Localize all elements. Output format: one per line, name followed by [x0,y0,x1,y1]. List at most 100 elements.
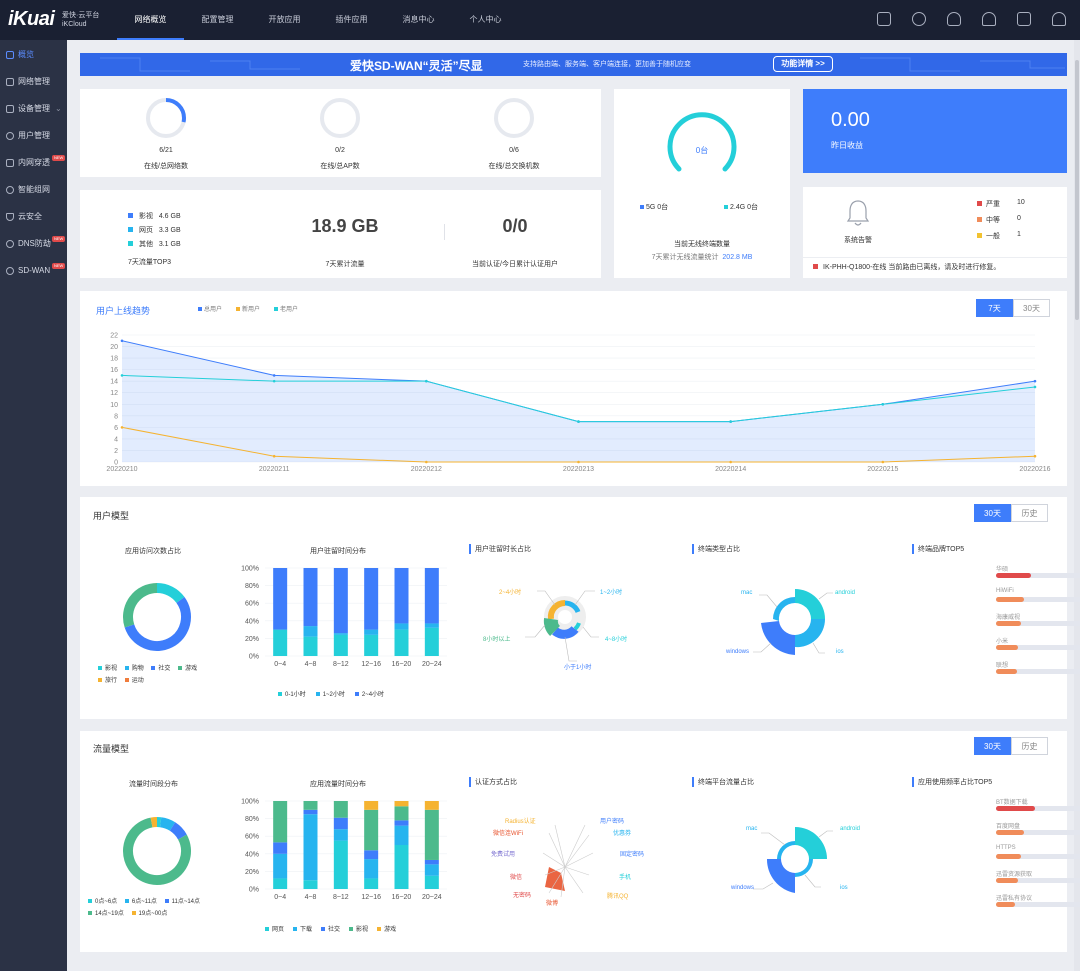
rose-label: android [835,590,856,596]
y-tick-label: 40% [245,618,259,625]
y-tick-label: 10 [110,402,118,409]
network-icon [6,186,14,194]
ap-count: 0/2 [335,147,345,154]
feature-details-button[interactable]: 功能详情 >> [773,56,833,72]
nav-config[interactable]: 配置管理 [184,0,251,40]
top5-row-fill [996,669,1017,674]
user-settings-icon[interactable] [1052,12,1066,26]
top5-row-fill [996,597,1024,602]
user-icon [6,132,14,140]
sidebar-item-overview[interactable]: 概览 [0,42,67,68]
headset-icon[interactable] [947,12,961,26]
scrollbar-thumb[interactable] [1075,60,1079,320]
ap-ring-track [320,98,360,138]
sdwan-icon [6,267,14,275]
sidebar-item-smart-network[interactable]: 智能组网 [0,177,67,203]
sidebar-item-devices[interactable]: 设备管理 ⌄ [0,96,67,122]
tab-30-days[interactable]: 30天 [974,504,1011,522]
bar-segment [424,801,439,810]
y-tick-label: 18 [110,356,118,363]
x-tick-label: 20220211 [259,466,290,473]
rose-slice [543,617,561,636]
legend-item: 社交 [151,666,170,672]
data-point [729,460,732,464]
legend-item: 购物 [124,666,144,672]
data-point [425,460,428,464]
bulb-icon[interactable] [982,12,996,26]
auth-users-value: 0/0 [502,216,528,236]
bar-segment [273,842,288,854]
y-tick-label: 0% [249,887,259,894]
top5-row-track [996,806,1080,811]
legend-swatch [128,213,133,218]
alarm-card: 系统告警 严重 10 中等 0 一般 1 IK-PHH-Q1800-在线 当前路由已离… [803,187,1067,278]
legend-item: 1~2小时 [315,689,345,698]
visit-share-donut [123,583,191,651]
bar-segment [333,568,348,634]
globe-icon [6,240,14,248]
top5-row-fill [996,902,1016,907]
wireless-traffic: 7天累计无线流量统计 202.8 MB [614,252,790,262]
bar-segment [394,801,409,807]
link-icon[interactable] [912,12,926,26]
message-icon[interactable] [1017,12,1031,26]
tab-history[interactable]: 历史 [1011,504,1048,522]
nav-profile[interactable]: 个人中心 [452,0,519,40]
income-card: 0.00 昨日收益 [803,89,1067,173]
data-point [272,379,276,383]
logo[interactable]: iKuai [8,8,55,31]
traffic-top3-list: 影视 4.6 GB 网页 3.3 GB 其他 3.1 GB [128,211,208,253]
traffic-model-tabs: 30天 历史 [974,737,1048,755]
alarm-level-medium: 中等 0 [977,215,1057,231]
donut-slice [124,597,191,651]
wireless-label: 当前无线终端数量 [674,241,730,248]
bar-segment [333,801,348,818]
rose-label: 微信 [510,875,523,881]
user-model-card: 用户模型 30天 历史 应用访问次数占比 影视 购物 社交 游戏 旅行 运动 用… [80,497,1080,719]
new-badge: NEW [52,263,66,269]
sidebar-item-users[interactable]: 用户管理 [0,123,67,149]
top5-row-track [996,573,1080,578]
sidebar-item-sdwan[interactable]: SD-WAN NEW [0,258,67,284]
nav-messages[interactable]: 消息中心 [385,0,452,40]
sidebar-item-cloud-security[interactable]: 云安全 [0,204,67,230]
alarm-message[interactable]: IK-PHH-Q1800-在线 当前路由已离线，请及时进行修复。 [813,262,1063,272]
item-value: 3.3 GB [158,227,181,234]
nav-plugins[interactable]: 插件应用 [318,0,385,40]
qrcode-icon[interactable] [877,12,891,26]
sidebar-item-intranet[interactable]: 内网穿透 NEW [0,150,67,176]
nav-network-overview[interactable]: 网络概览 [117,0,184,40]
sdwan-banner[interactable]: 爱快SD-WAN“灵活”尽显 支持路由端、服务端、客户端连接，更加善于随机应变 … [80,53,1067,76]
sidebar-item-network[interactable]: 网络管理 [0,69,67,95]
rose-label: 2~4小时 [499,590,522,596]
x-tick-label: 4~8 [305,661,317,668]
level-name: 一般 [986,233,1000,240]
rose-label: mac [741,590,753,596]
legend-swatch [977,201,982,206]
app-freq-title: 应用使用频率占比TOP5 [912,777,992,787]
rose-label: 微信连WiFi [493,831,523,837]
top-icons [877,12,1066,26]
app-traffic-legend: 网页 下载 社交 影视 游戏 [265,924,396,933]
bell-icon [846,200,870,226]
x-tick-label: 20220215 [867,466,898,473]
platform-traffic-title: 终端平台流量占比 [692,777,754,787]
tab-history[interactable]: 历史 [1011,737,1048,755]
tunnel-icon [6,159,14,167]
nav-open-apps[interactable]: 开放应用 [251,0,318,40]
bar-segment [394,623,409,630]
x-tick-label: 20220213 [563,466,594,473]
devices-icon [6,105,14,113]
stay-time-legend: 0-1小时 1~2小时 2~4小时 [278,689,384,698]
y-tick-label: 20% [245,869,259,876]
top5-row-fill [996,645,1019,650]
top5-row-track [996,902,1080,907]
y-tick-label: 20 [110,344,118,351]
top5-row-label: HiWiFi [996,588,1014,594]
tab-30-days[interactable]: 30天 [974,737,1011,755]
logo-sub-cn: 爱快·云平台 [62,12,100,19]
switch-count-label: 在线/总交换机数 [488,163,540,170]
wireless-24g-value: 2.4G 0台 [730,204,759,211]
sidebar-item-dns[interactable]: DNS防劫 NEW [0,231,67,257]
level-count: 1 [1017,231,1021,238]
